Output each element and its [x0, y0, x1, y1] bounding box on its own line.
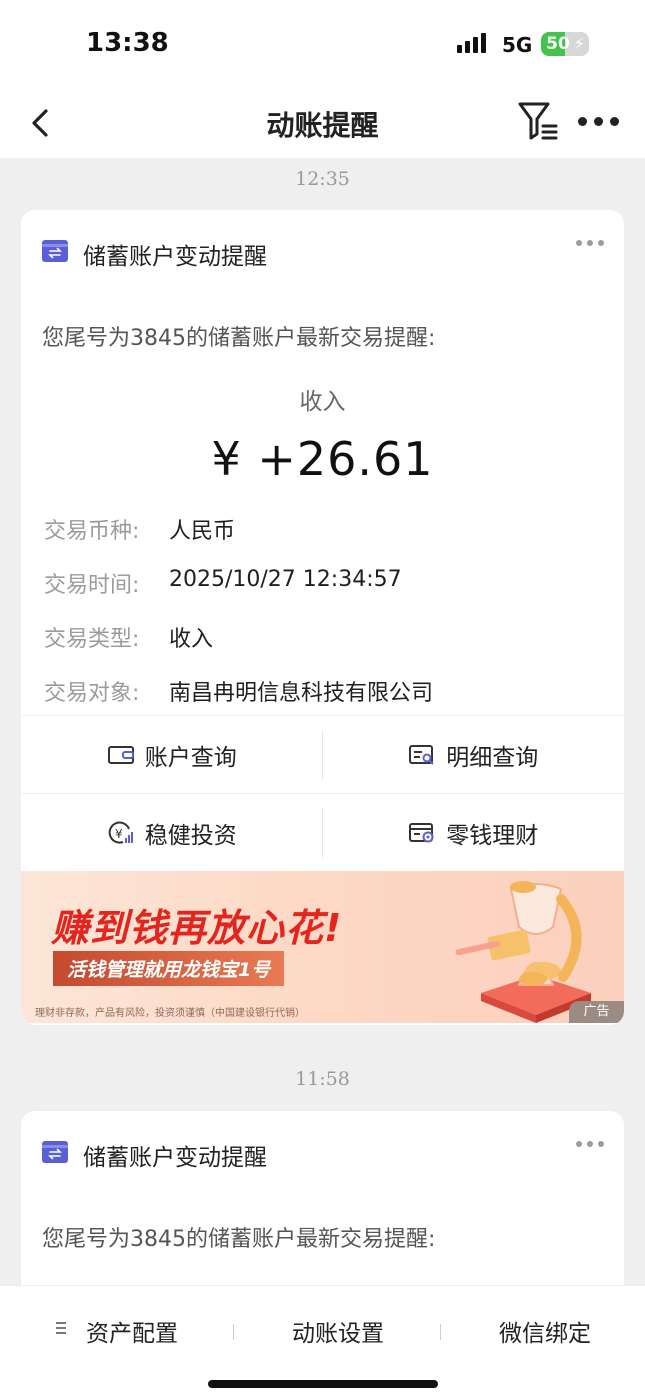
tab-notification-settings[interactable]: 动账设置 — [292, 1314, 384, 1348]
detail-label-counterparty: 交易对象: — [44, 681, 140, 706]
account-query-label: 账户查询 — [144, 745, 237, 771]
detail-query-button[interactable]: 明细查询 — [323, 716, 625, 794]
ad-banner[interactable]: 赚到钱再放心花! 活钱管理就用龙钱宝1号 理财非存款，产品有风险，投资须谨慎（中… — [21, 871, 624, 1023]
transfer-card-icon — [42, 1141, 68, 1163]
battery-icon: 50 ⚡ — [541, 32, 589, 56]
notification-timestamp: 11:58 — [295, 1068, 350, 1090]
action-row: 账户查询 明细查询 — [21, 716, 624, 794]
more-dot — [610, 116, 619, 126]
status-bar: 13:38 5G 50 ⚡ — [0, 0, 645, 88]
more-dot — [594, 116, 603, 126]
menu-line — [56, 1327, 66, 1329]
battery-percent: 50 — [546, 34, 570, 54]
detail-value-currency: 人民币 — [169, 519, 236, 544]
amount-label: 收入 — [299, 389, 346, 415]
detail-label-time: 交易时间: — [44, 573, 140, 598]
more-dot — [587, 240, 593, 246]
filter-button[interactable] — [516, 98, 560, 144]
detail-value-counterparty: 南昌冉明信息科技有限公司 — [169, 681, 434, 706]
notification-card: 储蓄账户变动提醒 您尾号为3845的储蓄账户最新交易提醒: — [21, 1111, 624, 1311]
action-row: ¥ 稳健投资 零钱理财 — [21, 794, 624, 872]
card-more-button[interactable] — [576, 240, 604, 246]
pocket-wealth-button[interactable]: 零钱理财 — [323, 794, 625, 872]
notification-card: 储蓄账户变动提醒 您尾号为3845的储蓄账户最新交易提醒: 收入 ¥ +26.6… — [21, 210, 624, 1025]
filter-icon — [518, 102, 558, 140]
tab-divider — [440, 1324, 441, 1340]
more-dot — [587, 1141, 593, 1147]
more-dot — [578, 116, 587, 126]
more-dot — [598, 240, 604, 246]
ad-disclaimer: 理财非存款，产品有风险，投资须谨慎（中国建设银行代销） — [35, 1008, 305, 1019]
ad-tag: 广告 — [569, 1001, 624, 1023]
network-type: 5G — [502, 33, 533, 57]
notification-intro: 您尾号为3845的储蓄账户最新交易提醒: — [42, 1227, 436, 1252]
svg-text:¥: ¥ — [115, 827, 123, 841]
stable-investment-label: 稳健投资 — [144, 823, 237, 849]
notification-intro: 您尾号为3845的储蓄账户最新交易提醒: — [42, 326, 436, 351]
tab-wechat-binding[interactable]: 微信绑定 — [499, 1314, 591, 1348]
more-button[interactable] — [578, 108, 620, 134]
detail-label-currency: 交易币种: — [44, 519, 140, 544]
yuan-growth-icon: ¥ — [108, 821, 133, 844]
card-actions: 账户查询 明细查询 ¥ 稳健投资 零钱理财 — [21, 715, 624, 872]
action-divider — [322, 808, 323, 858]
action-divider — [322, 730, 323, 780]
account-query-button[interactable]: 账户查询 — [21, 716, 323, 794]
charging-icon: ⚡ — [573, 34, 585, 53]
detail-value-type: 收入 — [169, 627, 214, 652]
ad-headline: 赚到钱再放心花! — [51, 906, 343, 950]
ad-subline: 活钱管理就用龙钱宝1号 — [53, 951, 285, 986]
pocket-wealth-label: 零钱理财 — [446, 823, 539, 849]
stable-investment-button[interactable]: ¥ 稳健投资 — [21, 794, 323, 872]
card-title: 储蓄账户变动提醒 — [83, 1145, 267, 1171]
transfer-card-icon — [42, 240, 68, 262]
card-more-button[interactable] — [576, 1141, 604, 1147]
menu-icon — [56, 1322, 66, 1336]
tab-asset-allocation[interactable]: 资产配置 — [86, 1314, 178, 1348]
card-title: 储蓄账户变动提醒 — [83, 244, 267, 270]
card-header: 储蓄账户变动提醒 — [21, 210, 624, 296]
amount-value: ¥ +26.61 — [211, 432, 434, 486]
detail-value-time: 2025/10/27 12:34:57 — [169, 567, 402, 592]
signal-icon — [457, 33, 486, 53]
status-time: 13:38 — [86, 28, 169, 58]
notification-timestamp: 12:35 — [295, 168, 350, 190]
detail-query-label: 明细查询 — [446, 745, 539, 771]
nav-bar: 动账提醒 — [0, 88, 645, 158]
menu-line — [56, 1332, 66, 1334]
more-dot — [576, 240, 582, 246]
bottom-tab-bar: 资产配置 动账设置 微信绑定 — [0, 1285, 645, 1398]
more-dot — [576, 1141, 582, 1147]
menu-line — [56, 1322, 66, 1324]
wealth-card-icon — [409, 823, 434, 843]
wallet-icon — [107, 746, 134, 764]
home-indicator — [208, 1380, 438, 1388]
tab-divider — [233, 1324, 234, 1340]
card-header: 储蓄账户变动提醒 — [21, 1111, 624, 1197]
more-dot — [598, 1141, 604, 1147]
detail-label-type: 交易类型: — [44, 627, 140, 652]
statement-search-icon — [409, 745, 434, 765]
